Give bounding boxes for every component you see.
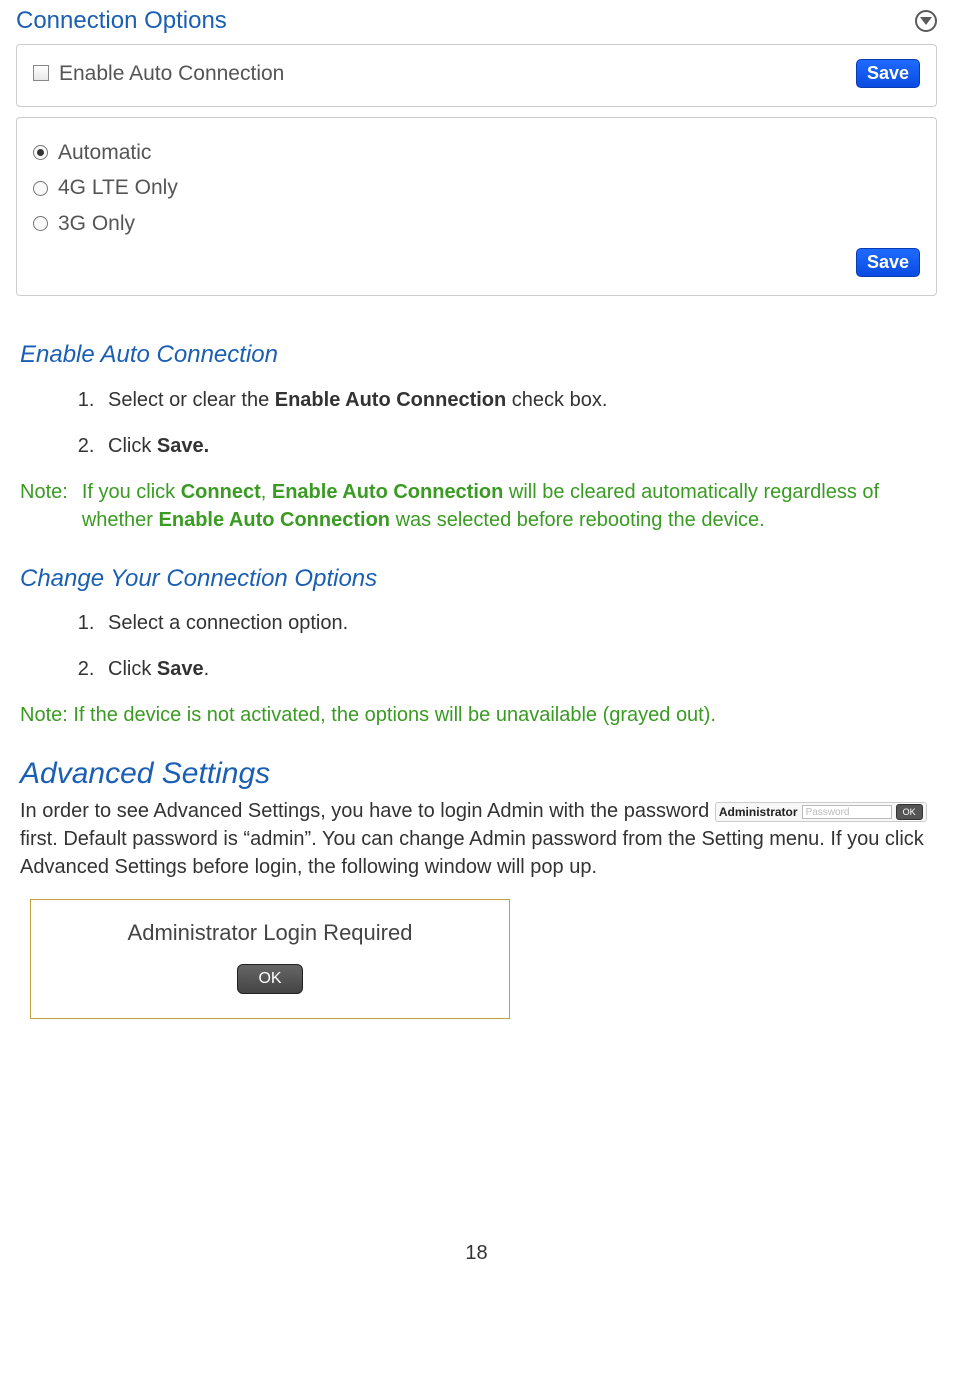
enable-auto-label: Enable Auto Connection bbox=[59, 59, 284, 88]
panel-header: Connection Options bbox=[10, 0, 943, 42]
inline-admin-login: Administrator Password OK bbox=[715, 802, 927, 823]
radio-4g-lte-label: 4G LTE Only bbox=[58, 173, 178, 202]
radio-4g-lte[interactable] bbox=[33, 181, 48, 196]
save-button-bottom[interactable]: Save bbox=[856, 248, 920, 277]
radio-3g[interactable] bbox=[33, 216, 48, 231]
radio-automatic[interactable] bbox=[33, 145, 48, 160]
connection-mode-box: Automatic 4G LTE Only 3G Only Save bbox=[16, 117, 937, 296]
auto-connection-box: Enable Auto Connection Save bbox=[16, 44, 937, 107]
note-connect: Note: If you click Connect, Enable Auto … bbox=[20, 478, 933, 534]
document-body: Enable Auto Connection Select or clear t… bbox=[10, 306, 943, 1267]
panel-title: Connection Options bbox=[16, 4, 227, 38]
steps-change-options: Select a connection option. Click Save. bbox=[90, 609, 933, 683]
radio-automatic-label: Automatic bbox=[58, 138, 151, 167]
inline-login-ok[interactable]: OK bbox=[896, 804, 923, 821]
page-number: 18 bbox=[20, 1239, 933, 1267]
inline-login-label: Administrator bbox=[719, 804, 798, 821]
step-2: Click Save. bbox=[100, 432, 933, 460]
popup-title: Administrator Login Required bbox=[41, 918, 499, 949]
heading-enable-auto: Enable Auto Connection bbox=[20, 338, 933, 372]
steps-enable-auto: Select or clear the Enable Auto Connecti… bbox=[90, 386, 933, 460]
inline-login-password[interactable]: Password bbox=[802, 805, 892, 819]
radio-3g-label: 3G Only bbox=[58, 209, 135, 238]
step-1: Select or clear the Enable Auto Connecti… bbox=[100, 386, 933, 414]
heading-change-options: Change Your Connection Options bbox=[20, 562, 933, 596]
enable-auto-checkbox[interactable] bbox=[33, 65, 49, 81]
step-1: Select a connection option. bbox=[100, 609, 933, 637]
step-2: Click Save. bbox=[100, 655, 933, 683]
save-button-top[interactable]: Save bbox=[856, 59, 920, 88]
note-not-activated: Note: If the device is not activated, th… bbox=[20, 701, 933, 729]
collapse-toggle-icon[interactable] bbox=[915, 10, 937, 32]
popup-ok-button[interactable]: OK bbox=[237, 964, 302, 994]
heading-advanced-settings: Advanced Settings bbox=[20, 753, 933, 795]
login-required-popup: Administrator Login Required OK bbox=[30, 899, 510, 1019]
advanced-paragraph: In order to see Advanced Settings, you h… bbox=[20, 797, 933, 881]
